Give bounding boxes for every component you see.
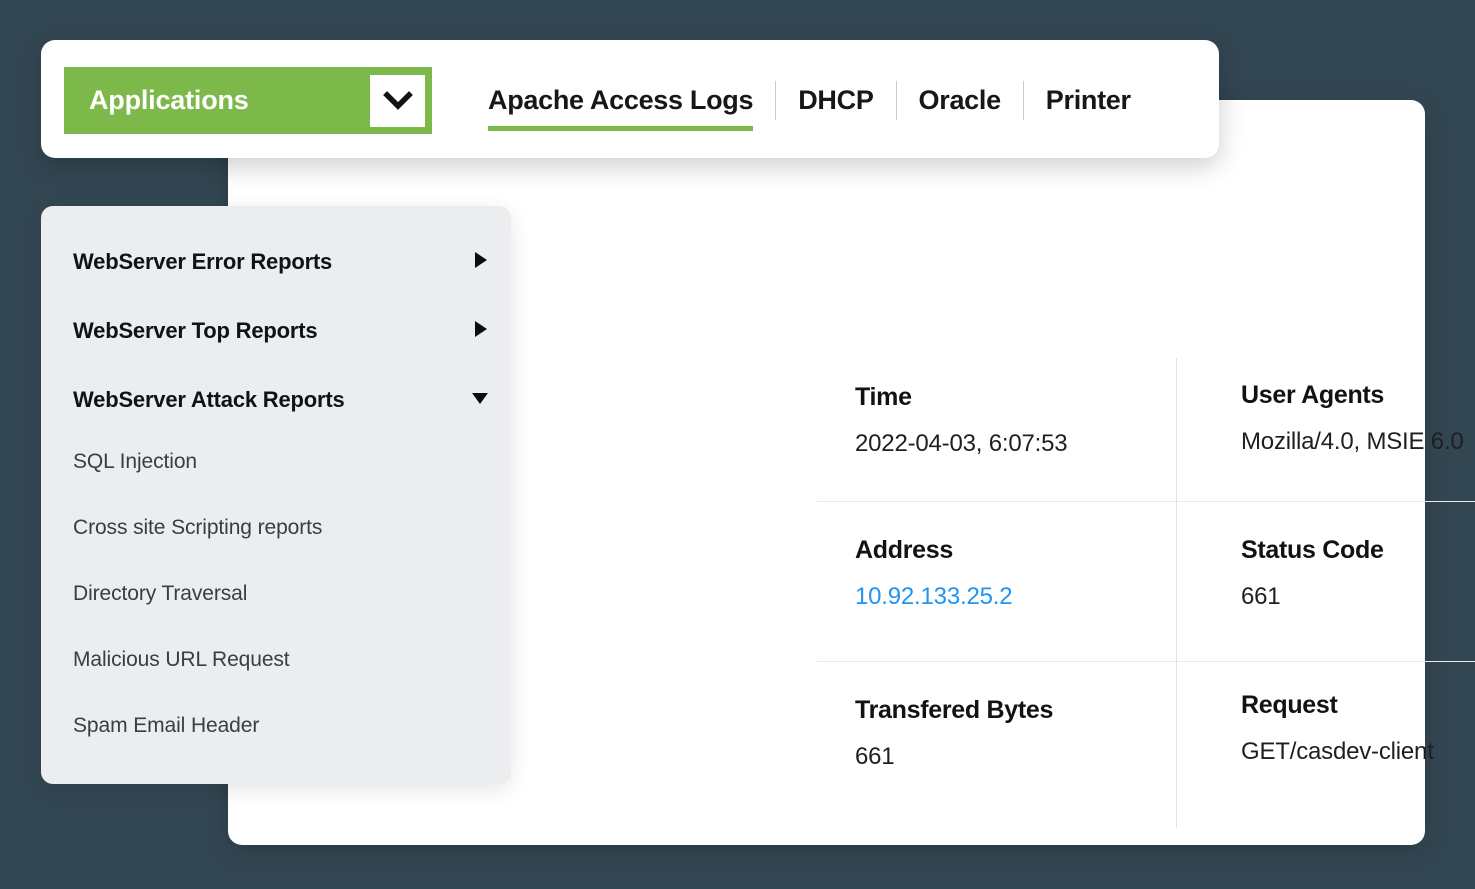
- field-status-code-value: 661: [1241, 583, 1281, 610]
- grid-horizontal-divider-1: [817, 501, 1475, 502]
- field-address: Address 10.92.133.25.2: [855, 538, 1185, 609]
- sidebar-group-webserver-top-reports[interactable]: WebServer Top Reports: [73, 314, 489, 348]
- sidebar-group-webserver-attack-reports[interactable]: WebServer Attack Reports: [73, 383, 489, 417]
- chevron-down-icon[interactable]: [370, 74, 425, 127]
- applications-dropdown-button[interactable]: Applications: [64, 67, 432, 134]
- field-transfered-bytes-label: Transfered Bytes: [855, 696, 1054, 724]
- field-user-agents: User Agents Mozilla/4.0, MSIE 6.0: [1241, 383, 1475, 454]
- sidebar-item-spam-email-header[interactable]: Spam Email Header: [73, 710, 489, 740]
- field-request-label: Request: [1241, 691, 1338, 719]
- field-status-code: Status Code 661: [1241, 538, 1475, 609]
- triangle-right-icon: [473, 320, 489, 343]
- tab-label: Printer: [1045, 85, 1131, 115]
- sidebar-item-label: SQL Injection: [73, 449, 197, 473]
- triangle-right-icon: [473, 251, 489, 274]
- sidebar-item-cross-site-scripting-reports[interactable]: Cross site Scripting reports: [73, 512, 489, 542]
- tab-label: DHCP: [798, 85, 874, 115]
- field-address-label: Address: [855, 536, 953, 564]
- sidebar-item-label: Directory Traversal: [73, 581, 248, 605]
- field-time-value: 2022-04-03, 6:07:53: [855, 430, 1068, 457]
- tab-oracle[interactable]: Oracle: [897, 67, 1023, 134]
- sidebar-group-label: WebServer Top Reports: [73, 318, 318, 343]
- sidebar-group-webserver-error-reports[interactable]: WebServer Error Reports: [73, 245, 489, 279]
- sidebar-item-label: Cross site Scripting reports: [73, 515, 323, 539]
- field-time: Time 2022-04-03, 6:07:53: [855, 385, 1185, 456]
- active-tab-underline: [488, 126, 754, 131]
- grid-horizontal-divider-2: [817, 661, 1475, 662]
- field-request: Request GET/casdev-client: [1241, 693, 1475, 764]
- field-time-label: Time: [855, 383, 912, 411]
- field-user-agents-value: Mozilla/4.0, MSIE 6.0: [1241, 428, 1464, 455]
- tab-label: Apache Access Logs: [488, 85, 754, 115]
- app-root: Time 2022-04-03, 6:07:53 User Agents Moz…: [0, 0, 1475, 889]
- field-request-value: GET/casdev-client: [1241, 738, 1434, 765]
- tab-label: Oracle: [918, 85, 1002, 115]
- field-status-code-label: Status Code: [1241, 536, 1384, 564]
- tab-dhcp[interactable]: DHCP: [776, 67, 895, 134]
- sidebar-group-label: WebServer Error Reports: [73, 249, 333, 274]
- header-card: Applications Apache Access Logs DHCP Ora…: [41, 40, 1219, 158]
- sidebar-item-malicious-url-request[interactable]: Malicious URL Request: [73, 644, 489, 674]
- applications-dropdown-label: Applications: [89, 85, 249, 115]
- report-tabs: Apache Access Logs DHCP Oracle Printer: [466, 67, 1153, 134]
- reports-sidebar: WebServer Error Reports WebServer Top Re…: [41, 206, 511, 784]
- sidebar-item-label: Spam Email Header: [73, 713, 260, 737]
- tab-printer[interactable]: Printer: [1024, 67, 1153, 134]
- field-transfered-bytes: Transfered Bytes 661: [855, 698, 1185, 769]
- sidebar-group-label: WebServer Attack Reports: [73, 387, 345, 412]
- sidebar-item-sql-injection[interactable]: SQL Injection: [73, 446, 489, 476]
- sidebar-item-directory-traversal[interactable]: Directory Traversal: [73, 578, 489, 608]
- triangle-down-icon: [471, 390, 489, 411]
- log-detail-grid: Time 2022-04-03, 6:07:53 User Agents Moz…: [817, 358, 1475, 828]
- field-transfered-bytes-value: 661: [855, 743, 895, 770]
- field-address-value-link[interactable]: 10.92.133.25.2: [855, 585, 1185, 609]
- field-user-agents-label: User Agents: [1241, 381, 1385, 409]
- tab-apache-access-logs[interactable]: Apache Access Logs: [466, 67, 775, 134]
- sidebar-item-label: Malicious URL Request: [73, 647, 290, 671]
